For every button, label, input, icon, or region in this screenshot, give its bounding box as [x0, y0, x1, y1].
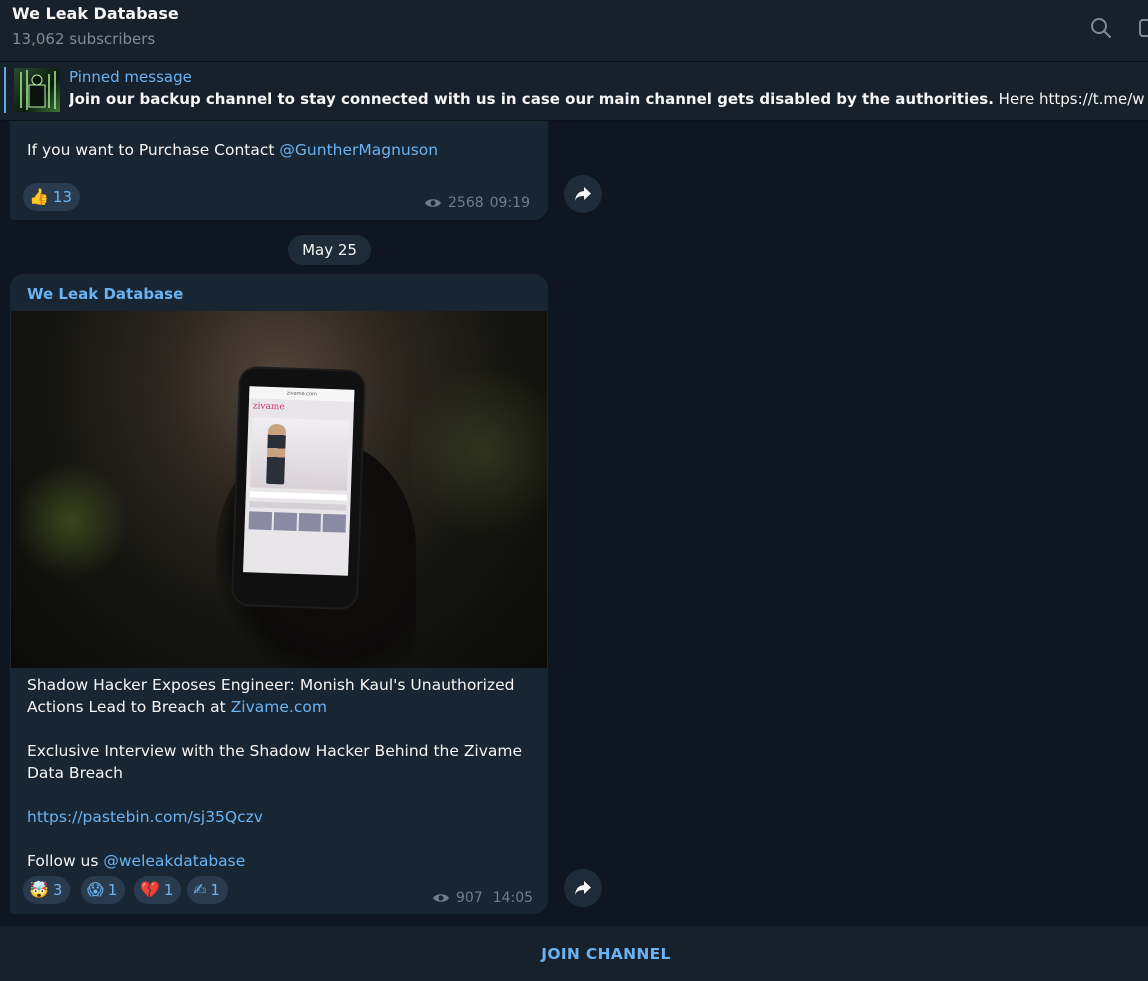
reaction-count: 1: [163, 881, 174, 899]
photo-background-glow: [411, 351, 547, 551]
pastebin-link[interactable]: https://pastebin.com/sj35Qczv: [27, 808, 263, 826]
exploding-head-icon: 🤯: [29, 880, 49, 899]
join-channel-label: JOIN CHANNEL: [541, 944, 671, 963]
pinned-text: Join our backup channel to stay connecte…: [69, 90, 1144, 108]
message-text: If you want to Purchase Contact @Gunther…: [27, 139, 438, 161]
writing-hand-icon: ✍: [193, 880, 207, 899]
date-separator: May 25: [288, 235, 371, 265]
share-button[interactable]: [564, 869, 602, 907]
reaction-count: 1: [107, 881, 118, 899]
channel-title[interactable]: We Leak Database: [12, 4, 179, 23]
reaction-count: 13: [52, 188, 73, 206]
message-paragraph: Exclusive Interview with the Shadow Hack…: [27, 742, 523, 782]
reaction-writing-hand[interactable]: ✍ 1: [187, 876, 228, 904]
photo-phone-screen: zivame.com zivame: [243, 386, 355, 576]
view-count: 2568: [448, 195, 484, 211]
message-bubble: We Leak Database zivame.com zivame Shado…: [10, 274, 548, 914]
message-text-prefix: If you want to Purchase Contact: [27, 141, 280, 159]
photo-phone: zivame.com zivame: [232, 367, 365, 609]
message-feed[interactable]: If you want to Purchase Contact @Gunther…: [0, 121, 1148, 925]
photo-screen-strip: [249, 491, 347, 501]
photo-screen-figure: [266, 423, 287, 485]
search-icon[interactable]: [1088, 15, 1114, 41]
reaction-broken-heart[interactable]: 💔 1: [134, 876, 182, 904]
eye-icon: [433, 894, 449, 902]
follow-line: Follow us @weleakdatabase: [27, 850, 527, 872]
reaction-count: 3: [52, 881, 63, 899]
pinned-label: Pinned message: [69, 68, 192, 86]
message-bubble: If you want to Purchase Contact @Gunther…: [10, 121, 548, 220]
eye-icon: [425, 199, 441, 207]
photo-screen-hero: [249, 417, 350, 491]
sidebar-toggle-icon[interactable]: [1136, 15, 1148, 41]
pinned-text-rest: Here https://t.me/weleakdatab...: [998, 90, 1144, 108]
message-photo[interactable]: zivame.com zivame: [11, 311, 547, 668]
photo-screen-brand: zivame: [252, 401, 285, 413]
photo-background-glow: [11, 461, 131, 581]
reaction-count: 1: [210, 881, 220, 899]
chat-header: We Leak Database 13,062 subscribers: [0, 0, 1148, 62]
message-headline: Shadow Hacker Exposes Engineer: Monish K…: [27, 674, 527, 718]
thumbs-up-icon: 👍: [29, 187, 49, 206]
share-icon: [575, 881, 591, 895]
zivame-link[interactable]: Zivame.com: [231, 698, 327, 716]
view-count: 907: [456, 890, 483, 906]
pinned-text-bold: Join our backup channel to stay connecte…: [69, 90, 994, 108]
join-channel-button[interactable]: JOIN CHANNEL: [0, 925, 1148, 981]
message-time: 09:19: [489, 195, 530, 211]
pinned-indicator: [4, 67, 6, 113]
mention-link[interactable]: @GuntherMagnuson: [279, 141, 438, 159]
photo-screen-tiles: [248, 511, 347, 533]
message-body: Shadow Hacker Exposes Engineer: Monish K…: [27, 674, 527, 872]
message-meta: 2568 09:19: [424, 195, 530, 211]
share-icon: [575, 187, 591, 201]
broken-heart-icon: 💔: [140, 880, 160, 899]
photo-screen-strip: [249, 501, 347, 511]
follow-prefix: Follow us: [27, 852, 104, 870]
message-time: 14:05: [492, 890, 534, 906]
reaction-exploding-head[interactable]: 🤯 3: [23, 876, 71, 904]
reaction-scream[interactable]: 😱 1: [81, 876, 126, 904]
pinned-message-bar[interactable]: Pinned message Join our backup channel t…: [0, 62, 1148, 121]
follow-mention-link[interactable]: @weleakdatabase: [103, 852, 245, 870]
subscriber-count: 13,062 subscribers: [12, 30, 156, 48]
scream-icon: 😱: [87, 880, 104, 899]
reaction-thumbs-up[interactable]: 👍 13: [23, 183, 81, 211]
sender-name[interactable]: We Leak Database: [27, 285, 183, 303]
pinned-thumbnail: [14, 68, 60, 112]
message-meta: 907 14:05: [432, 890, 533, 906]
share-button[interactable]: [564, 175, 602, 213]
